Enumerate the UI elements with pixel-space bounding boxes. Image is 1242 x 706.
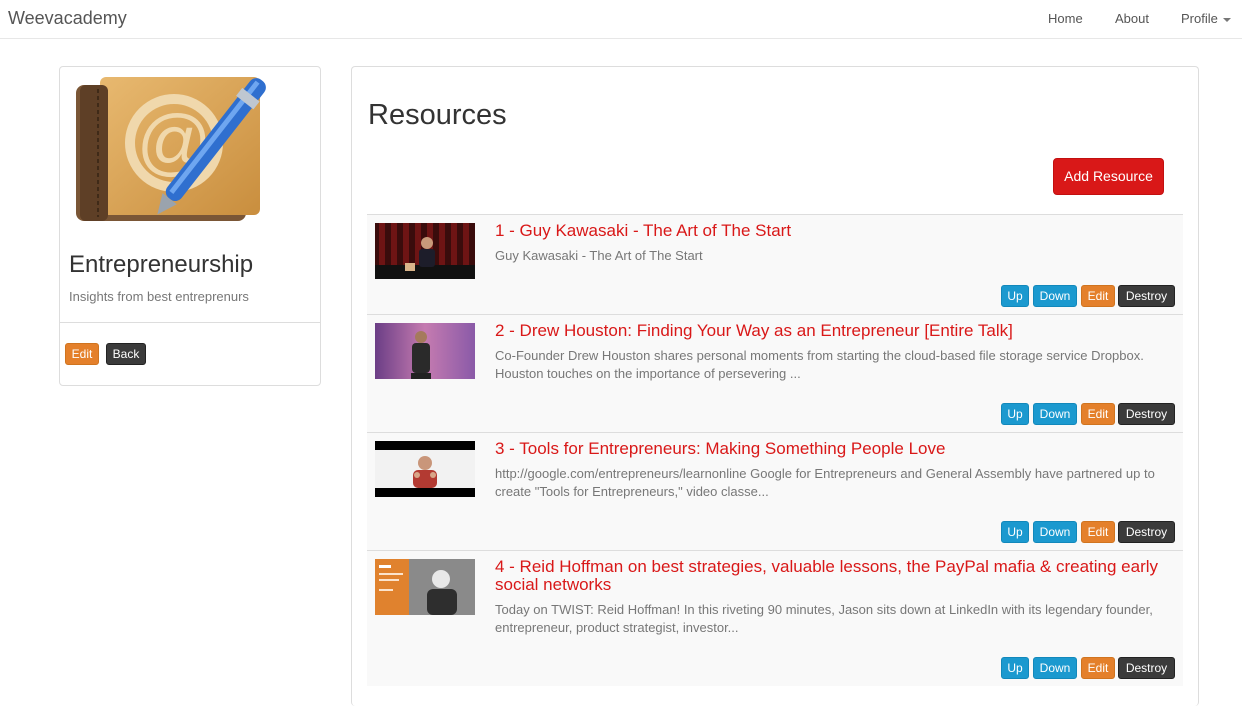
- course-title: Entrepreneurship: [69, 251, 254, 278]
- resource-list: 1 - Guy Kawasaki - The Art of The Start …: [367, 214, 1183, 686]
- move-up-button[interactable]: Up: [1001, 521, 1029, 543]
- edit-resource-button[interactable]: Edit: [1081, 521, 1115, 543]
- move-down-button[interactable]: Down: [1033, 403, 1077, 425]
- panel-divider: [60, 322, 320, 323]
- resource-title-link[interactable]: 3 - Tools for Entrepreneurs: Making Some…: [495, 440, 1175, 458]
- nav-about-link[interactable]: About: [1115, 11, 1149, 26]
- resource-item: 1 - Guy Kawasaki - The Art of The Start …: [367, 214, 1183, 314]
- video-thumbnail[interactable]: [375, 323, 475, 379]
- resource-description: Co-Founder Drew Houston shares personal …: [495, 348, 1144, 381]
- edit-course-button[interactable]: Edit: [65, 343, 99, 365]
- resource-title-link[interactable]: 4 - Reid Hoffman on best strategies, val…: [495, 558, 1175, 594]
- back-button[interactable]: Back: [106, 343, 146, 365]
- destroy-resource-button[interactable]: Destroy: [1118, 521, 1175, 543]
- nav-profile-dropdown[interactable]: Profile: [1181, 11, 1231, 26]
- resource-actions: Up Down Edit Destroy: [1001, 521, 1175, 543]
- resource-item: 2 - Drew Houston: Finding Your Way as an…: [367, 314, 1183, 432]
- resource-actions: Up Down Edit Destroy: [1001, 403, 1175, 425]
- edit-resource-button[interactable]: Edit: [1081, 403, 1115, 425]
- resource-title-link[interactable]: 2 - Drew Houston: Finding Your Way as an…: [495, 322, 1175, 340]
- nav-profile-label: Profile: [1181, 11, 1218, 26]
- move-up-button[interactable]: Up: [1001, 403, 1029, 425]
- top-navbar: Weevacademy Home About Profile: [0, 0, 1242, 39]
- video-thumbnail[interactable]: [375, 441, 475, 497]
- move-up-button[interactable]: Up: [1001, 657, 1029, 679]
- resource-title-link[interactable]: 1 - Guy Kawasaki - The Art of The Start: [495, 222, 1175, 240]
- page-title: Resources: [368, 99, 507, 131]
- address-book-icon: @: [76, 77, 266, 221]
- move-down-button[interactable]: Down: [1033, 521, 1077, 543]
- resource-description: Today on TWIST: Reid Hoffman! In this ri…: [495, 602, 1153, 635]
- add-resource-button[interactable]: Add Resource: [1053, 158, 1164, 195]
- video-thumbnail[interactable]: [375, 223, 475, 279]
- move-down-button[interactable]: Down: [1033, 657, 1077, 679]
- move-up-button[interactable]: Up: [1001, 285, 1029, 307]
- nav-home-link[interactable]: Home: [1048, 11, 1083, 26]
- course-panel: @ Entrepreneurship Insights from best en…: [59, 66, 321, 386]
- destroy-resource-button[interactable]: Destroy: [1118, 657, 1175, 679]
- resource-item: 3 - Tools for Entrepreneurs: Making Some…: [367, 432, 1183, 550]
- caret-down-icon: [1222, 17, 1231, 22]
- resource-description: Guy Kawasaki - The Art of The Start: [495, 248, 703, 263]
- resource-actions: Up Down Edit Destroy: [1001, 285, 1175, 307]
- video-thumbnail[interactable]: [375, 559, 475, 615]
- resource-item: 4 - Reid Hoffman on best strategies, val…: [367, 550, 1183, 686]
- destroy-resource-button[interactable]: Destroy: [1118, 403, 1175, 425]
- resources-panel: Resources Add Resource 1 - Guy Kawasaki …: [351, 66, 1199, 706]
- resource-description: http://google.com/entrepreneurs/learnonl…: [495, 466, 1155, 499]
- course-subtitle: Insights from best entreprenurs: [69, 289, 249, 304]
- resource-actions: Up Down Edit Destroy: [1001, 657, 1175, 679]
- edit-resource-button[interactable]: Edit: [1081, 285, 1115, 307]
- move-down-button[interactable]: Down: [1033, 285, 1077, 307]
- edit-resource-button[interactable]: Edit: [1081, 657, 1115, 679]
- brand-link[interactable]: Weevacademy: [8, 8, 127, 29]
- destroy-resource-button[interactable]: Destroy: [1118, 285, 1175, 307]
